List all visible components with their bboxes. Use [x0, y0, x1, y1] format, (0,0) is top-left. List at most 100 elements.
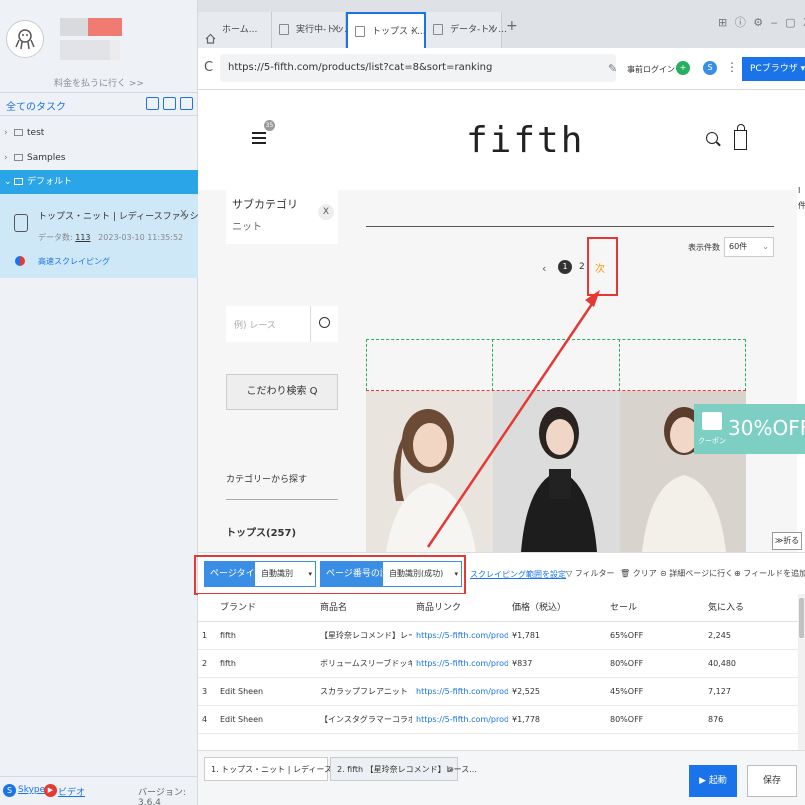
page-number-select[interactable]: 自動識別(成功) ▾ — [382, 561, 462, 587]
import-icon[interactable] — [146, 97, 159, 110]
filter-button[interactable]: ▽ フィルター — [566, 568, 615, 579]
cell-brand: Edit Sheen — [220, 687, 264, 696]
next-page-highlight — [587, 237, 618, 296]
menu-icon[interactable] — [252, 132, 266, 144]
save-button[interactable]: 保存 — [747, 765, 797, 797]
tree-item-label: test — [27, 128, 45, 138]
cell-price: ¥837 — [512, 659, 533, 668]
more-icon[interactable]: ⋮ — [726, 60, 738, 74]
page-number-value: 自動識別(成功) — [389, 569, 444, 578]
table-header[interactable]: 気に入る — [704, 594, 798, 622]
cell-product-link[interactable]: https://5-fifth.com/products/d... — [412, 678, 508, 706]
page-icon — [279, 24, 289, 35]
per-page-select[interactable]: 60件 ⌄ — [724, 237, 774, 257]
new-tab-button[interactable]: + — [506, 18, 518, 34]
video-icon[interactable]: ▶ — [44, 784, 57, 797]
pager-prev-button[interactable]: ‹ — [542, 262, 546, 275]
cell-likes: 7,127 — [708, 687, 731, 696]
table-scrollbar[interactable] — [798, 594, 805, 750]
tree-item-test[interactable]: › test — [0, 121, 198, 145]
table-row[interactable]: 4 Edit Sheen 【インスタグラマーコラボ】... https://5-… — [198, 706, 798, 734]
scrape-range-link[interactable]: スクレイピング範囲を設定 — [470, 569, 566, 580]
pager-page-2[interactable]: 2 — [579, 262, 585, 272]
row-index: 1 — [202, 631, 208, 640]
table-row[interactable]: 3 Edit Sheen スカラップフレアニット https://5-fifth… — [198, 678, 798, 706]
tab-close-icon[interactable]: X — [411, 14, 418, 50]
task-sidebar: 料金を払うに行く >> 全てのタスク › test › Samples ⌄ デフォルト… — [0, 0, 225, 805]
goto-detail-button[interactable]: ⊝ 詳細ページに行く — [660, 568, 733, 579]
extension-icon[interactable]: S — [703, 61, 717, 75]
search-button[interactable] — [310, 306, 338, 342]
video-link[interactable]: ビデオ — [58, 785, 85, 798]
edit-icon[interactable]: ✎ — [608, 62, 617, 75]
tab-close-icon[interactable]: X — [332, 12, 339, 48]
step-tab-1[interactable]: 1. トップス・ニット | レディースフ... — [204, 757, 348, 781]
product-image[interactable] — [366, 391, 493, 552]
table-header[interactable]: 商品リンク — [412, 594, 508, 622]
search-task-icon[interactable] — [180, 97, 193, 110]
tab-data[interactable]: データ-トッ... X — [426, 12, 507, 48]
window-controls[interactable]: ⊞ ⓘ ⚙ ‒ ▢ X — [718, 14, 805, 30]
close-icon[interactable]: ⊗ — [447, 758, 454, 782]
task-timestamp: 2023-03-10 11:35:52 — [98, 233, 184, 242]
pc-browser-button[interactable]: PCブラウザ ▾ — [742, 57, 805, 81]
site-search-box[interactable]: 例) レース — [226, 306, 338, 342]
skype-icon[interactable]: S — [3, 784, 16, 797]
table-header[interactable]: ブランド — [216, 594, 316, 622]
subcategory-filter: サブカテゴリ ニット X — [226, 190, 338, 244]
cell-brand: fifth — [220, 659, 236, 668]
user-avatar[interactable] — [6, 20, 44, 58]
add-task-icon[interactable] — [163, 97, 176, 110]
divider — [226, 499, 338, 500]
close-icon[interactable]: X — [318, 204, 334, 220]
cell-likes: 2,245 — [708, 631, 731, 640]
version-label: バージョン: 3.6.4 — [138, 788, 186, 805]
site-logo[interactable]: fifth — [466, 120, 584, 161]
search-icon[interactable] — [706, 132, 718, 144]
upgrade-link[interactable]: 料金を払うに行く >> — [0, 76, 198, 89]
folder-icon — [14, 178, 23, 185]
run-button[interactable]: ▶ 起動 — [689, 765, 737, 797]
robot-icon — [14, 214, 28, 232]
page-type-select[interactable]: 自動識別 ▾ — [254, 561, 316, 587]
table-header[interactable]: 価格（税込） — [508, 594, 606, 622]
pager-page-1[interactable]: 1 — [558, 260, 572, 274]
shopping-bag-icon[interactable] — [734, 124, 747, 150]
task-close-button[interactable]: X — [180, 209, 187, 220]
task-card[interactable]: トップス・ニット | レディースファッション... X データ数: 113 20… — [0, 194, 225, 278]
coupon-discount: 30%OFF — [728, 416, 805, 440]
skype-link[interactable]: Skype — [18, 785, 45, 795]
data-count-link[interactable]: 113 — [75, 233, 90, 242]
tree-item-default[interactable]: ⌄ デフォルト — [0, 170, 198, 194]
tab-home[interactable]: ホーム... — [198, 12, 272, 48]
clear-button[interactable]: 🗑 クリア — [620, 568, 657, 579]
tree-item-samples[interactable]: › Samples — [0, 146, 198, 170]
cell-product-name: 【インスタグラマーコラボ】... — [320, 715, 412, 724]
add-field-button[interactable]: ⊕ フィールドを追加 — [734, 568, 805, 579]
cell-sale: 65%OFF — [610, 631, 644, 640]
table-row[interactable]: 2 fifth ボリュームスリーブドッキン... https://5-fifth… — [198, 650, 798, 678]
url-input[interactable]: https://5-fifth.com/products/list?cat=8&… — [220, 54, 616, 82]
cell-product-link[interactable]: https://5-fifth.com/products/d... — [412, 622, 508, 650]
table-row[interactable]: 1 fifth 【星玲奈レコメンド】レース... https://5-fifth… — [198, 622, 798, 650]
table-header[interactable]: セール — [606, 594, 704, 622]
tab-close-icon[interactable]: X — [488, 12, 495, 48]
scrollbar-thumb[interactable] — [799, 598, 804, 638]
detail-search-button[interactable]: こだわり検索 Q — [226, 374, 338, 410]
cell-product-link[interactable]: https://5-fifth.com/products/d... — [412, 650, 508, 678]
step-tab-2[interactable]: 2. fifth 【星玲奈レコメンド】レース... ⊗ — [330, 757, 477, 782]
tab-tops[interactable]: トップス・... X — [346, 12, 426, 48]
collapse-button[interactable]: ≫折る — [772, 532, 802, 550]
category-tops-link[interactable]: トップス(257) — [226, 524, 296, 539]
table-header[interactable]: 商品名 — [316, 594, 412, 622]
all-tasks-link[interactable]: 全てのタスク — [6, 98, 66, 113]
reload-icon[interactable]: C — [204, 60, 213, 75]
coupon-banner[interactable]: クーポン 30%OFF — [694, 404, 805, 454]
prelogin-button[interactable]: 事前ログイン — [627, 64, 675, 75]
data-table: ブランド 商品名 商品リンク 価格（税込） セール 気に入る 1 fifth 【… — [198, 594, 805, 750]
product-image[interactable] — [493, 391, 620, 552]
cell-sale: 80%OFF — [610, 659, 644, 668]
cell-product-link[interactable]: https://5-fifth.com/products/d... — [412, 706, 508, 734]
tab-running[interactable]: 実行中-トッ... X — [272, 12, 353, 48]
coupon-icon — [702, 412, 722, 430]
